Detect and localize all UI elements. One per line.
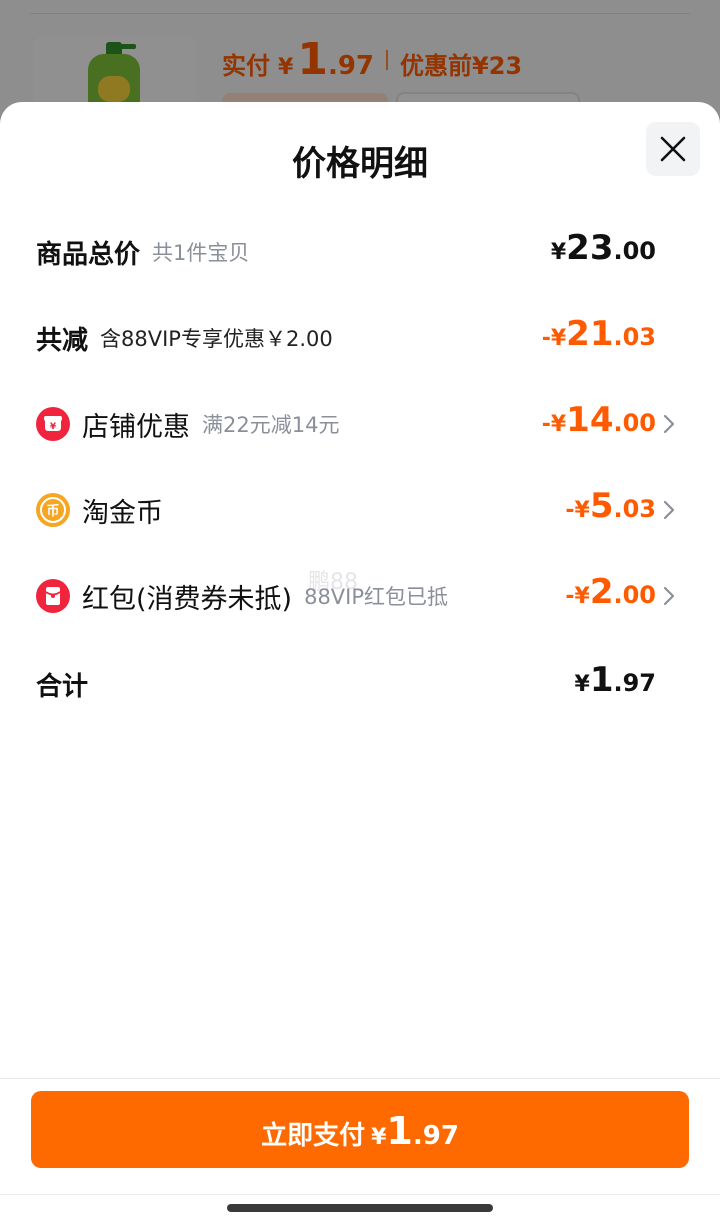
pay-integer: 1 [386,1109,413,1153]
reduction-amount: - ¥ 21 .03 [541,314,656,354]
red-packet-label: 红包(消费券未抵) [82,583,293,615]
price-detail-screen: 实付 ¥ 1 .97 优惠前 ¥23 价格明细 商品总价 共1件宝贝 ¥ 23 … [0,0,720,1223]
row-total-reduction: 共减 含88VIP专享优惠￥2.00 - ¥ 21 .03 [0,308,720,368]
sheet-title: 价格明细 [292,144,428,184]
chevron-right-icon [663,500,675,520]
chevron-right-icon [663,414,675,434]
goods-total-label: 商品总价 [36,239,141,270]
goods-total-amount: ¥ 23 .00 [550,228,656,268]
row-taojinbi[interactable]: 币 淘金币 - ¥ 5 .03 [0,480,720,540]
taojinbi-coin-icon: 币 [36,493,70,527]
pay-now-button[interactable]: 立即支付 ¥ 1 .97 [31,1091,689,1168]
taojinbi-amount: - ¥ 5 .03 [565,486,656,526]
reduction-detail: 含88VIP专享优惠￥2.00 [100,327,333,351]
chevron-right-icon [663,586,675,606]
row-sum: 合计 ¥ 1 .97 [0,654,720,714]
row-goods-total: 商品总价 共1件宝贝 ¥ 23 .00 [0,222,720,282]
pay-decimal: .97 [412,1121,459,1151]
red-packet-icon [36,579,70,613]
store-discount-rule: 满22元减14元 [202,413,340,437]
red-packet-amount: - ¥ 2 .00 [565,572,656,612]
close-icon [660,136,686,162]
store-discount-amount: - ¥ 14 .00 [541,400,656,440]
footer-divider [0,1194,720,1195]
pay-currency: ¥ [371,1125,387,1150]
row-red-packet[interactable]: 红包(消费券未抵) 88VIP红包已抵 - ¥ 2 .00 [0,566,720,626]
sum-label: 合计 [36,671,89,702]
red-packet-note: 88VIP红包已抵 [304,585,449,609]
taojinbi-label: 淘金币 [82,497,163,529]
svg-text:币: 币 [46,504,59,519]
store-discount-icon: ¥ [36,407,70,441]
store-discount-label: 店铺优惠 [82,411,190,443]
home-indicator[interactable] [227,1204,493,1212]
close-button[interactable] [646,122,700,176]
footer-divider [0,1078,720,1079]
svg-text:¥: ¥ [50,422,57,432]
sum-amount: ¥ 1 .97 [574,660,657,700]
goods-count: 共1件宝贝 [152,241,250,265]
row-store-discount[interactable]: ¥ 店铺优惠 满22元减14元 - ¥ 14 .00 [0,394,720,454]
price-detail-sheet: 价格明细 商品总价 共1件宝贝 ¥ 23 .00 共减 含88VIP专享优惠￥2… [0,102,720,1223]
pay-now-label: 立即支付 [261,1121,366,1151]
reduction-label: 共减 [36,325,89,356]
